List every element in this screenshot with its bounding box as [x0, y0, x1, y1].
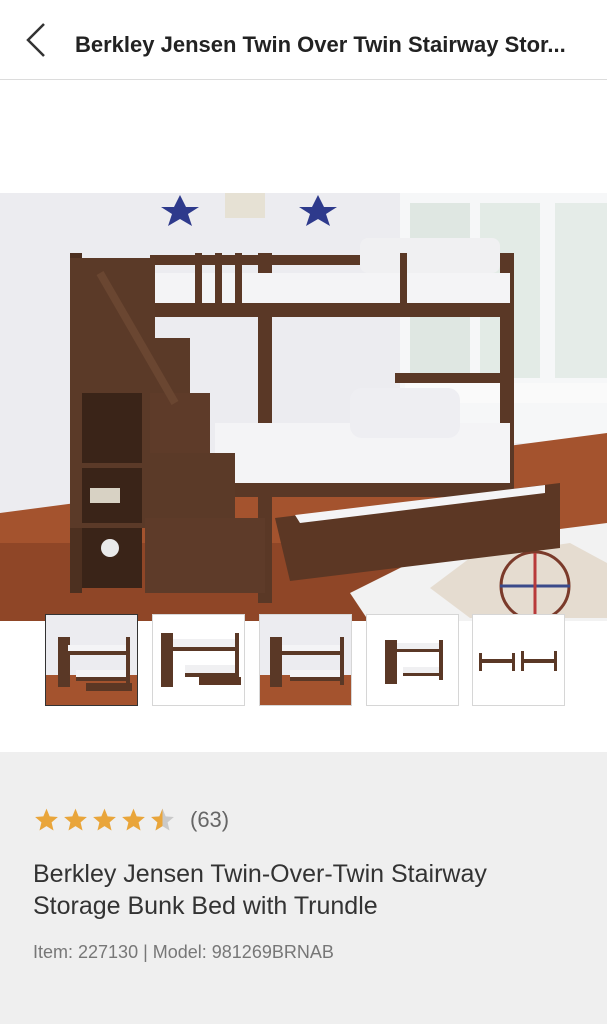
item-model-number: Item: 227130 | Model: 981269BRNAB [33, 942, 334, 962]
rating-count[interactable]: (63) [190, 807, 229, 833]
thumbnail-3[interactable] [259, 614, 352, 706]
chevron-left-icon [26, 23, 45, 57]
star-full-icon [64, 808, 87, 831]
thumbnail-4[interactable] [366, 614, 459, 706]
thumbnail-image [260, 615, 351, 705]
thumbnail-2[interactable] [152, 614, 245, 706]
thumbnail-image [153, 615, 244, 705]
thumbnail-1[interactable] [45, 614, 138, 706]
star-half-icon [151, 808, 174, 831]
bunk-bed-photo [0, 193, 607, 621]
page-title: Berkley Jensen Twin Over Twin Stairway S… [75, 32, 566, 57]
thumbnail-5[interactable] [472, 614, 565, 706]
product-info-panel: (63) Berkley Jensen Twin-Over-Twin Stair… [0, 752, 607, 1024]
top-app-bar: Berkley Jensen Twin Over Twin Stairway S… [0, 0, 607, 80]
rating-row[interactable]: (63) [33, 805, 229, 835]
star-full-icon [35, 808, 58, 831]
image-thumbnail-strip [0, 613, 607, 707]
product-image-carousel[interactable] [0, 81, 607, 621]
thumbnail-image [473, 615, 564, 705]
star-full-icon [122, 808, 145, 831]
star-full-icon [93, 808, 116, 831]
star-rating [33, 807, 176, 833]
thumbnail-image [367, 615, 458, 705]
product-title: Berkley Jensen Twin-Over-Twin Stairway S… [33, 860, 487, 920]
thumbnail-image [46, 615, 137, 705]
back-button[interactable] [18, 22, 54, 58]
